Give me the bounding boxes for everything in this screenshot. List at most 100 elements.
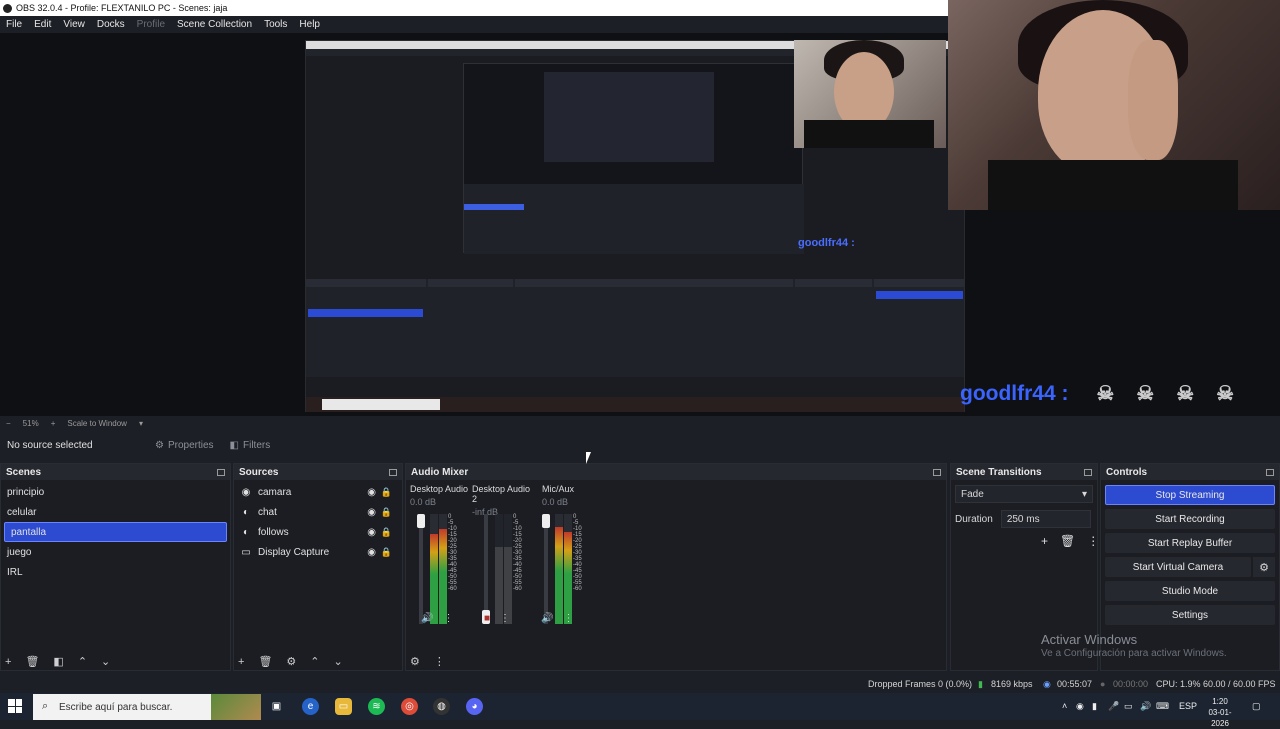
scene-item[interactable]: juego bbox=[1, 542, 230, 562]
bitrate: 8169 kbps bbox=[991, 679, 1033, 689]
menu-edit[interactable]: Edit bbox=[28, 19, 57, 30]
popout-icon[interactable] bbox=[933, 468, 941, 476]
notifications-icon[interactable]: ▢ bbox=[1252, 701, 1261, 712]
volume-meter bbox=[564, 514, 572, 624]
gear-icon[interactable]: ⚙ bbox=[286, 655, 296, 668]
arrow-up-icon[interactable]: ⌃ bbox=[310, 655, 319, 668]
trash-icon[interactable]: 🗑 bbox=[258, 655, 272, 668]
chevron-down-icon[interactable]: ▾ bbox=[139, 419, 143, 428]
trash-icon[interactable]: 🗑 bbox=[1060, 534, 1075, 548]
db-scale: 0 -5 -10 -15 -20 -25 -30 -35 -40 -45 -50 -55 -60 bbox=[513, 514, 522, 592]
mouse-cursor bbox=[586, 452, 591, 464]
microphone-icon[interactable]: 🎤 bbox=[1108, 701, 1119, 712]
scene-item[interactable]: IRL bbox=[1, 562, 230, 582]
start-virtual-camera-button[interactable]: Start Virtual Camera bbox=[1105, 557, 1251, 577]
menu-tools[interactable]: Tools bbox=[258, 19, 293, 30]
start-replay-buffer-button[interactable]: Start Replay Buffer bbox=[1105, 533, 1275, 553]
studio-mode-button[interactable]: Studio Mode bbox=[1105, 581, 1275, 601]
more-icon[interactable]: ⋮ bbox=[1087, 534, 1099, 548]
more-icon[interactable]: ⋮ bbox=[500, 613, 510, 624]
scale-mode[interactable]: Scale to Window bbox=[67, 419, 127, 428]
gear-icon[interactable]: ⚙ bbox=[1253, 557, 1275, 577]
scene-item[interactable]: principio bbox=[1, 482, 230, 502]
add-icon[interactable]: + bbox=[238, 656, 244, 668]
lock-icon[interactable]: 🔒 bbox=[381, 547, 392, 558]
mixer-title: Audio Mixer bbox=[411, 466, 469, 478]
scene-item[interactable]: celular bbox=[1, 502, 230, 522]
properties-button[interactable]: ⚙ Properties bbox=[147, 440, 222, 451]
speaker-icon[interactable]: 🔊 bbox=[421, 613, 433, 624]
eye-icon[interactable]: ◉ bbox=[367, 547, 376, 558]
file-explorer-icon[interactable]: ▭ bbox=[335, 698, 352, 715]
menu-view[interactable]: View bbox=[57, 19, 91, 30]
windows-taskbar: ⌕ Escribe aquí para buscar. ▣ e ▭ ≋ ◎ ◍ … bbox=[0, 693, 1280, 728]
tray-icon[interactable]: ◉ bbox=[1076, 701, 1084, 712]
eye-icon[interactable]: ◉ bbox=[367, 527, 376, 538]
windows-start-icon[interactable] bbox=[8, 699, 22, 713]
search-highlight-image bbox=[211, 694, 261, 720]
more-icon[interactable]: ⋮ bbox=[563, 613, 573, 624]
chrome-icon[interactable]: ◎ bbox=[401, 698, 418, 715]
discord-icon[interactable]: ◕ bbox=[466, 698, 483, 715]
popout-icon[interactable] bbox=[1266, 468, 1274, 476]
arrow-down-icon[interactable]: ⌄ bbox=[101, 655, 110, 668]
source-item[interactable]: ▭ Display Capture ◉ 🔒 bbox=[234, 542, 402, 562]
more-icon[interactable]: ⋮ bbox=[443, 613, 453, 624]
scene-item-selected[interactable]: pantalla bbox=[4, 522, 227, 542]
signal-icon: ▮ bbox=[978, 679, 983, 689]
stop-streaming-button[interactable]: Stop Streaming bbox=[1105, 485, 1275, 505]
arrow-up-icon[interactable]: ⌃ bbox=[78, 655, 87, 668]
eye-icon[interactable]: ◉ bbox=[367, 507, 376, 518]
task-view-icon[interactable]: ▣ bbox=[268, 698, 285, 715]
popout-icon[interactable] bbox=[389, 468, 397, 476]
menu-help[interactable]: Help bbox=[293, 19, 326, 30]
menu-file[interactable]: File bbox=[0, 19, 28, 30]
menu-docks[interactable]: Docks bbox=[91, 19, 131, 30]
channel-name: Desktop Audio bbox=[410, 484, 469, 494]
volume-fader[interactable] bbox=[542, 514, 550, 624]
volume-fader[interactable] bbox=[482, 514, 490, 624]
settings-button[interactable]: Settings bbox=[1105, 605, 1275, 625]
trash-icon[interactable]: 🗑 bbox=[25, 655, 39, 668]
tray-icon[interactable]: ▮ bbox=[1092, 701, 1097, 712]
obs-icon[interactable]: ◍ bbox=[433, 698, 450, 715]
stream-icon: ◉ bbox=[1043, 679, 1051, 689]
start-recording-button[interactable]: Start Recording bbox=[1105, 509, 1275, 529]
filters-button[interactable]: ◧ Filters bbox=[222, 440, 279, 451]
chevron-up-icon[interactable]: ˄ bbox=[1062, 701, 1067, 711]
menu-scene-collection[interactable]: Scene Collection bbox=[171, 19, 258, 30]
eye-icon[interactable]: ◉ bbox=[367, 487, 376, 498]
edge-icon[interactable]: e bbox=[302, 698, 319, 715]
add-icon[interactable]: + bbox=[1041, 534, 1048, 548]
language-indicator[interactable]: ESP bbox=[1179, 701, 1197, 711]
source-item[interactable]: ◐ follows ◉ 🔒 bbox=[234, 522, 402, 542]
advanced-audio-icon[interactable]: ⚙ bbox=[410, 655, 420, 668]
filter-icon[interactable]: ◧ bbox=[53, 655, 63, 668]
transition-select[interactable]: Fade ▾ bbox=[955, 485, 1093, 503]
lock-icon[interactable]: 🔒 bbox=[381, 527, 392, 538]
source-item[interactable]: ◐ chat ◉ 🔒 bbox=[234, 502, 402, 522]
more-icon[interactable]: ⋮ bbox=[434, 655, 445, 668]
speaker-icon[interactable]: 🔊 bbox=[541, 613, 553, 624]
add-icon[interactable]: + bbox=[5, 656, 11, 668]
muted-speaker-icon[interactable]: ■ bbox=[484, 613, 490, 624]
arrow-down-icon[interactable]: ⌄ bbox=[334, 655, 343, 668]
source-item[interactable]: ◉ camara ◉ 🔒 bbox=[234, 482, 402, 502]
zoom-in-icon[interactable]: + bbox=[51, 419, 56, 428]
spotify-icon[interactable]: ≋ bbox=[368, 698, 385, 715]
db-scale: 0 -5 -10 -15 -20 -25 -30 -35 -40 -45 -50 -55 -60 bbox=[448, 514, 457, 592]
network-icon[interactable]: ▭ bbox=[1124, 701, 1133, 712]
menu-profile[interactable]: Profile bbox=[131, 19, 171, 30]
volume-fader[interactable] bbox=[417, 514, 425, 624]
popout-icon[interactable] bbox=[217, 468, 225, 476]
taskbar-clock[interactable]: 1:20 03-01-2026 bbox=[1200, 696, 1240, 729]
lock-icon[interactable]: 🔒 bbox=[381, 487, 392, 498]
volume-icon[interactable]: 🔊 bbox=[1140, 701, 1151, 712]
keyboard-icon[interactable]: ⌨ bbox=[1156, 701, 1169, 712]
taskbar-search[interactable]: ⌕ Escribe aquí para buscar. bbox=[33, 694, 261, 720]
popout-icon[interactable] bbox=[1084, 468, 1092, 476]
webcam-main bbox=[948, 0, 1280, 210]
lock-icon[interactable]: 🔒 bbox=[381, 507, 392, 518]
zoom-out-icon[interactable]: − bbox=[6, 419, 11, 428]
duration-input[interactable]: 250 ms bbox=[1000, 510, 1091, 528]
